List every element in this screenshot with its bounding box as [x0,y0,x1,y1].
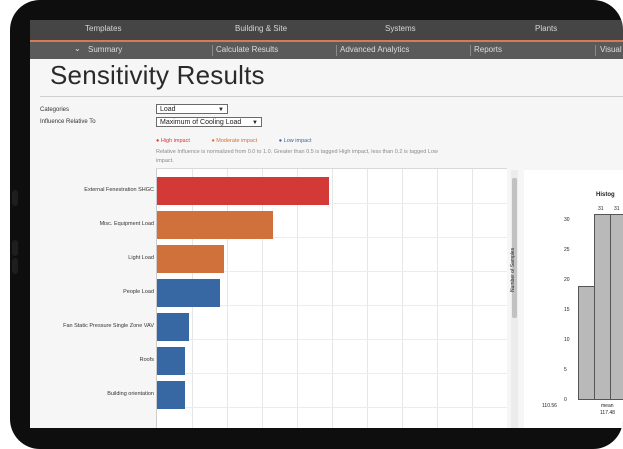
grid-line [157,339,507,340]
title-divider [40,96,623,97]
grid-line [402,169,403,428]
chart-bar [157,177,329,205]
chart-bar [157,313,189,341]
influence-label: Influence Relative To [40,119,96,125]
sensitivity-bar-chart [156,168,507,428]
chevron-down-icon: ▼ [252,120,258,126]
page-title: Sensitivity Results [50,60,265,90]
influence-select-value: Maximum of Cooling Load [160,119,242,126]
legend-high: ● High impact [156,138,190,144]
grid-line [157,407,507,408]
influence-select[interactable]: Maximum of Cooling Load ▼ [156,117,262,127]
sub-nav: ⌄ Summary Calculate Results Advanced Ana… [30,42,623,59]
histogram-x-tick: 110.56 [542,403,557,409]
legend-high-label: High impact [160,138,190,144]
grid-line [262,169,263,428]
chevron-down-icon: ▼ [218,107,224,113]
impact-legend: ● High impact ● Moderate impact ● Low im… [156,138,331,144]
app-screen: Templates Building & Site Systems Plants… [30,20,623,428]
legend-moderate-label: Moderate impact [216,138,258,144]
grid-line [437,169,438,428]
tab-divider [212,45,213,56]
histogram-bar-label: 31 [598,206,604,212]
legend-moderate: ● Moderate impact [211,138,258,144]
legend-low: ● Low impact [278,138,312,144]
grid-line [157,373,507,374]
chart-bar [157,279,220,307]
normalization-note: Relative Influence is normalized from 0.… [156,149,438,164]
histogram-bar [578,286,595,400]
histogram-y-tick: 5 [564,367,567,373]
categories-select-value: Load [160,106,176,113]
tab-divider [470,45,471,56]
chart-bar [157,381,185,409]
categories-select[interactable]: Load ▼ [156,104,228,114]
grid-line [332,169,333,428]
histogram-y-tick: 0 [564,397,567,403]
tablet-button [12,258,18,274]
histogram-y-tick: 10 [564,337,570,343]
legend-low-label: Low impact [283,138,312,144]
sub-tab-calculate-results[interactable]: Calculate Results [216,45,278,54]
histogram-bar [594,214,611,400]
histogram-bar [610,214,623,400]
histogram-panel: Histog Number of Samples 110.56 mean 117… [510,170,623,428]
grid-line [367,169,368,428]
grid-line [227,169,228,428]
top-tab-templates[interactable]: Templates [85,24,121,33]
top-nav: Templates Building & Site Systems Plants [30,20,623,40]
histogram-y-tick: 15 [564,307,570,313]
sub-tab-visual[interactable]: Visual [600,45,622,54]
chart-bar [157,211,273,239]
histogram-x-tick-mean-value: 117.48 [600,410,615,416]
tab-divider [336,45,337,56]
tablet-button [12,190,18,206]
category-label: Misc. Equipment Load [99,221,154,227]
grid-line [297,169,298,428]
sub-tab-summary[interactable]: Summary [88,45,122,54]
histogram-y-tick: 30 [564,217,570,223]
chart-bar [157,245,224,273]
histogram-title: Histog [596,192,615,198]
histogram-y-label: Number of Samples [510,247,516,292]
histogram-y-tick: 20 [564,277,570,283]
histogram-x-tick-mean-label: mean [601,403,614,409]
category-label: People Load [123,289,154,295]
categories-label: Categories [40,107,70,113]
chart-bar [157,347,185,375]
tab-divider [595,45,596,56]
histogram-y-tick: 25 [564,247,570,253]
top-tab-systems[interactable]: Systems [385,24,416,33]
histogram-bar-label: 31 [614,206,620,212]
category-label: External Fenestration SHGC [84,187,154,193]
category-label: Building orientation [107,391,154,397]
sub-tab-advanced-analytics[interactable]: Advanced Analytics [340,45,409,54]
sub-tab-reports[interactable]: Reports [474,45,502,54]
tablet-button [12,240,18,256]
top-tab-building-site[interactable]: Building & Site [235,24,287,33]
category-label: Light Load [128,255,154,261]
category-label: Roofs [139,357,154,363]
chevron-down-icon[interactable]: ⌄ [74,44,81,53]
category-label: Fan Static Pressure Single Zone VAV [63,323,154,329]
top-tab-plants[interactable]: Plants [535,24,557,33]
grid-line [472,169,473,428]
tablet-frame: Templates Building & Site Systems Plants… [10,0,623,449]
